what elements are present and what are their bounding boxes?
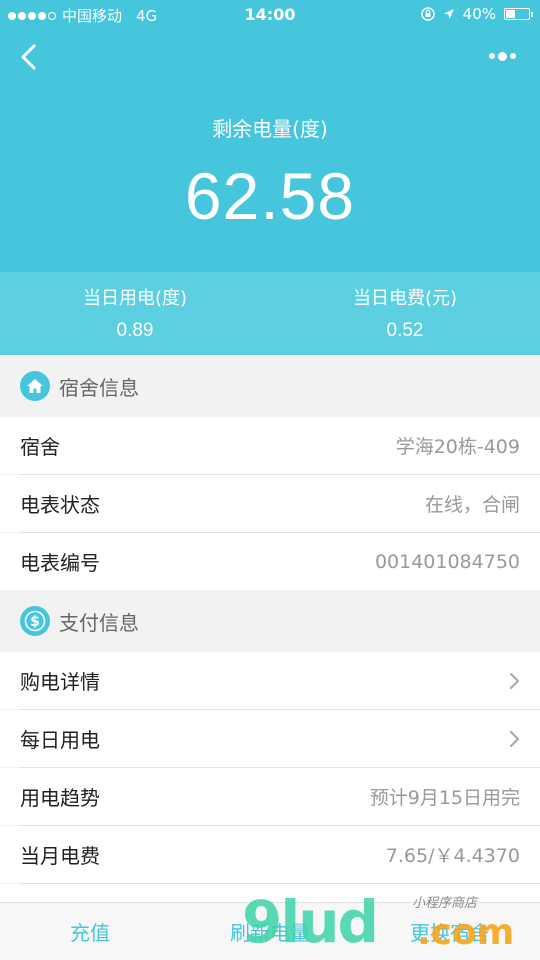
daily-usage-row-label: 每日用电 [20,728,100,752]
bottom-action-bar: 充值 刷新电量 更换宿舍 [0,902,540,960]
chevron-left-icon [21,44,36,70]
more-menu-button[interactable] [484,44,520,68]
purchase-detail-row[interactable]: 购电详情 [0,652,540,709]
daily-stats: 当日用电(度) 0.89 当日电费(元) 0.52 [0,272,540,355]
chevron-right-icon [509,730,520,747]
meter-number-row: 电表编号 001401084750 [0,533,540,590]
dorm-row-label: 宿舍 [20,435,60,459]
pay-section-header: $ 支付信息 [0,590,540,652]
location-arrow-icon [443,9,454,19]
monthly-fee-row: 当月电费 7.65/￥4.4370 [0,826,540,883]
meter-status-label: 电表状态 [20,493,100,517]
daily-fee: 当日电费(元) 0.52 [270,284,540,342]
daily-usage-row[interactable]: 每日用电 [0,710,540,767]
remaining-power-label: 剩余电量(度) [212,117,328,141]
daily-usage-value: 0.89 [116,320,154,341]
recharge-button[interactable]: 充值 [0,903,180,960]
daily-fee-value: 0.52 [386,320,424,341]
dorm-row-value: 学海20栋-409 [395,436,520,458]
chevron-right-icon [509,672,520,689]
pay-section-title: 支付信息 [59,610,139,635]
monthly-fee-value: 7.65/￥4.4370 [385,845,520,867]
daily-usage-label: 当日用电(度) [82,288,188,309]
status-bar: 中国移动 4G 14:00 40% [0,0,540,28]
battery-percent: 40% [462,5,496,23]
meter-number-value: 001401084750 [374,550,520,573]
refresh-power-button[interactable]: 刷新电量 [180,903,360,960]
daily-fee-label: 当日电费(元) [352,288,458,309]
dorm-section-title: 宿舍信息 [59,375,139,400]
dorm-row: 宿舍 学海20栋-409 [0,417,540,474]
purchase-detail-label: 购电详情 [20,670,100,694]
meter-status-row: 电表状态 在线，合闸 [0,475,540,532]
change-dorm-button[interactable]: 更换宿舍 [360,903,540,960]
rotation-lock-icon [420,7,435,21]
dorm-section-header: 宿舍信息 [0,355,540,417]
more-dots-icon [488,53,495,59]
daily-usage: 当日用电(度) 0.89 [0,284,270,342]
back-button[interactable] [16,42,46,72]
monthly-fee-label: 当月电费 [20,844,100,868]
remaining-power-value: 62.58 [184,159,356,233]
dollar-icon: $ [20,606,50,636]
meter-number-label: 电表编号 [20,551,100,575]
header-panel: 中国移动 4G 14:00 40% 剩余电量(度) 62.58 [0,0,540,272]
battery-icon [504,8,533,20]
usage-trend-row: 用电趋势 预计9月15日用完 [0,768,540,825]
usage-trend-value: 预计9月15日用完 [369,787,520,809]
house-icon [20,371,50,401]
meter-status-value: 在线，合闸 [424,494,520,516]
svg-text:$: $ [30,614,40,630]
usage-trend-label: 用电趋势 [20,786,100,810]
status-right: 40% [420,5,533,23]
